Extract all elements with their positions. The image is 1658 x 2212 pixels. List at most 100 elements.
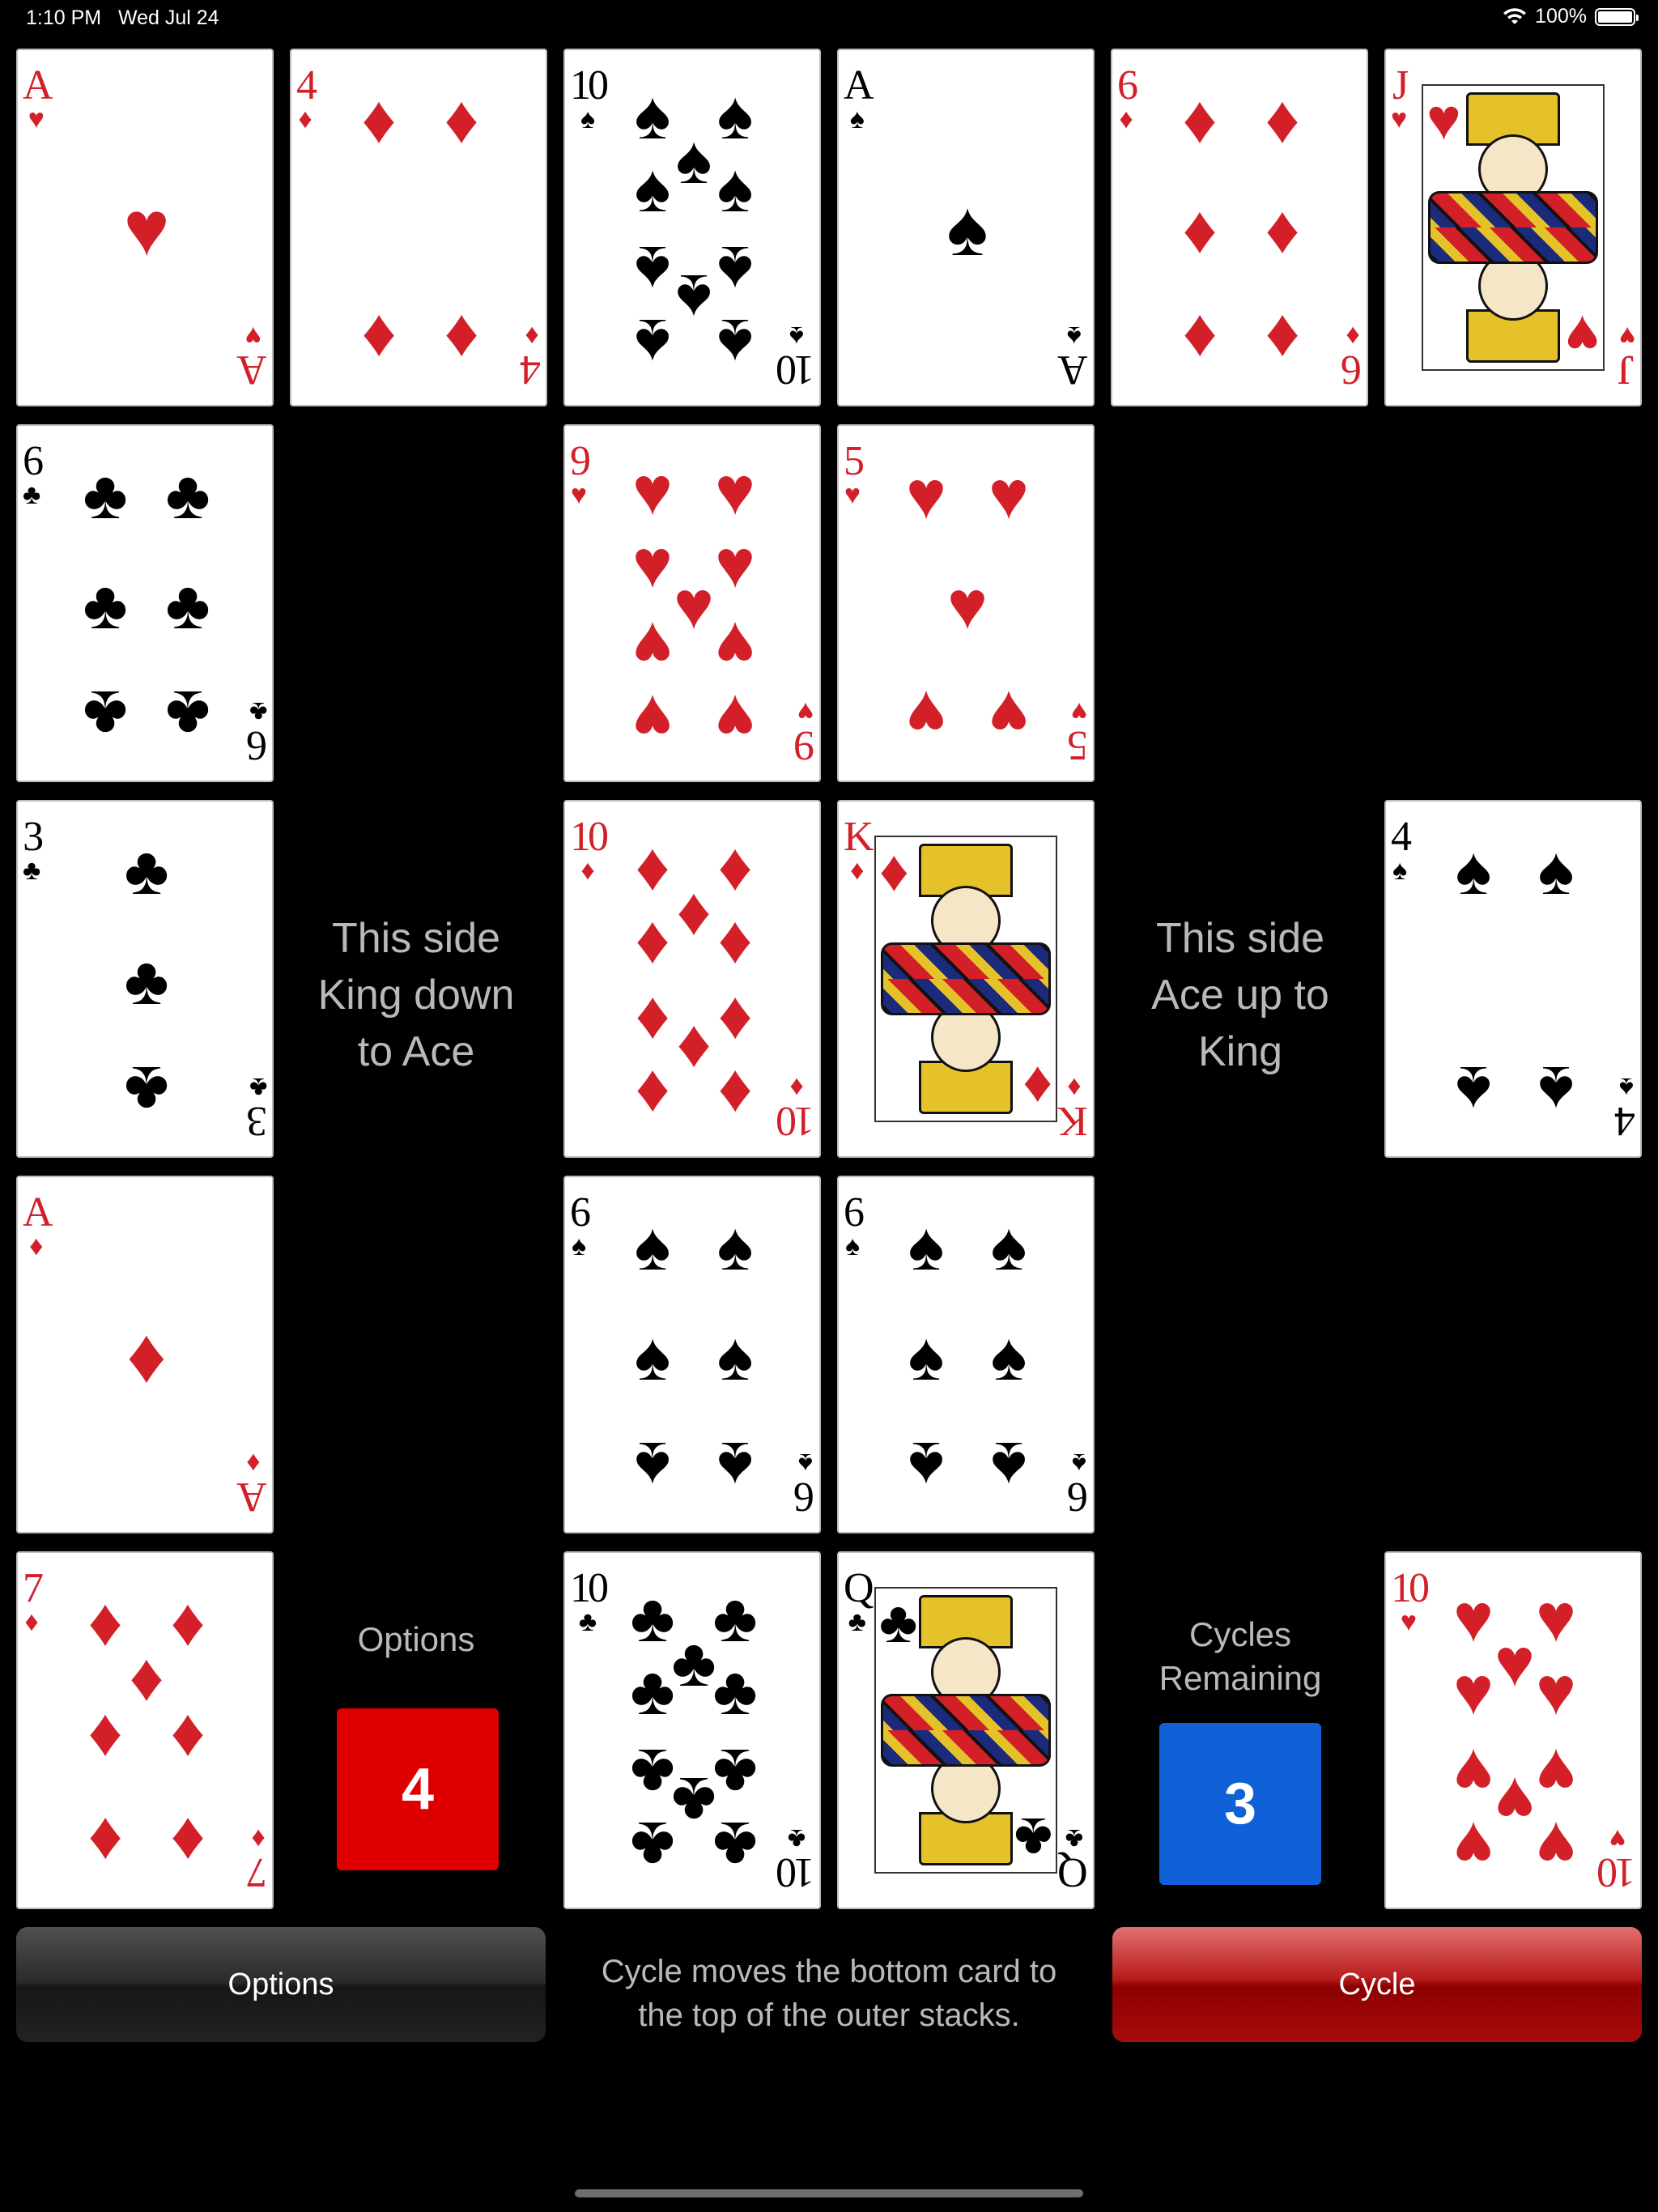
card-corner-index: J ♥ [1391, 65, 1409, 134]
playing-card[interactable]: 6 ♣ 6 ♣ ♣ ♣ ♣ ♣ ♣ ♣ [16, 424, 274, 782]
spades-pip-icon: ♠ [908, 1428, 945, 1504]
card-rank: A [23, 1189, 53, 1236]
status-time-date: 1:10 PM Wed Jul 24 [26, 6, 219, 30]
card-rank: 7 [249, 1849, 267, 1895]
card-rank: 9 [570, 438, 591, 484]
diamonds-pip-icon: ♦ [717, 901, 753, 977]
card-rank: 10 [1600, 1849, 1635, 1895]
options-count-badge: 4 [337, 1708, 499, 1870]
playing-card[interactable]: 4 ♠ 4 ♠ ♠ ♠ ♠ ♠ [1384, 800, 1642, 1158]
card-corner-index: 6 ♦ [1344, 321, 1362, 393]
card-corner-index: 9 ♥ [797, 696, 814, 768]
diamonds-pip-icon: ♦ [676, 873, 712, 949]
hearts-icon: ♥ [844, 479, 861, 510]
playing-card[interactable]: 6 ♠ 6 ♠ ♠ ♠ ♠ ♠ ♠ ♠ [563, 1176, 821, 1534]
clubs-pip-icon: ♣ [712, 1580, 758, 1656]
card-corner-index: A ♥ [240, 321, 267, 393]
clubs-pip-icon: ♣ [124, 942, 169, 1019]
hearts-pip-icon: ♥ [123, 185, 170, 272]
card-rank: 10 [570, 62, 609, 108]
clubs-pip-icon: ♣ [712, 1808, 758, 1884]
hearts-pip-icon: ♥ [947, 567, 988, 643]
playing-card[interactable]: J ♥ J ♥ ♥ ♥ [1384, 49, 1642, 406]
diamonds-pip-icon: ♦ [1265, 191, 1300, 267]
card-corner-index: 6 ♣ [23, 440, 44, 509]
court-figure-half: ♣ [876, 1589, 1056, 1730]
spades-icon: ♠ [1071, 1448, 1087, 1478]
diamonds-pip-icon: ♦ [1182, 301, 1218, 377]
card-rank: 6 [249, 722, 267, 768]
spades-pip-icon: ♠ [1537, 832, 1575, 908]
right-stack-hint: This side Ace up to King [1112, 910, 1368, 1080]
court-robe [881, 1730, 1051, 1767]
playing-card[interactable]: 10 ♣ 10 ♣ ♣ ♣ ♣ ♣ ♣ ♣ ♣ ♣ ♣ ♣ [563, 1551, 821, 1909]
card-rank: 3 [249, 1098, 267, 1144]
playing-card[interactable]: 10 ♦ 10 ♦ ♦ ♦ ♦ ♦ ♦ ♦ ♦ ♦ ♦ ♦ [563, 800, 821, 1158]
card-corner-index: 3 ♣ [249, 1072, 267, 1144]
cycle-button[interactable]: Cycle [1112, 1927, 1642, 2042]
diamonds-pip-icon: ♦ [444, 81, 479, 157]
playing-card[interactable]: 5 ♥ 5 ♥ ♥ ♥ ♥ ♥ ♥ [837, 424, 1095, 782]
hearts-pip-icon: ♥ [988, 677, 1029, 753]
options-button[interactable]: Options [16, 1927, 546, 2042]
card-corner-index: 6 ♠ [797, 1448, 814, 1520]
clubs-pip-icon: ♣ [630, 1653, 675, 1729]
battery-icon [1595, 7, 1639, 26]
cycles-remaining-label: Cycles Remaining [1112, 1613, 1368, 1700]
playing-card[interactable]: 10 ♥ 10 ♥ ♥ ♥ ♥ ♥ ♥ ♥ ♥ ♥ ♥ ♥ [1384, 1551, 1642, 1909]
diamonds-icon: ♦ [298, 104, 312, 134]
cycles-count-badge: 3 [1159, 1723, 1321, 1885]
court-robe [1428, 228, 1598, 264]
card-corner-index: A ♦ [240, 1448, 267, 1520]
playing-card[interactable]: 7 ♦ 7 ♦ ♦ ♦ ♦ ♦ ♦ ♦ ♦ [16, 1551, 274, 1909]
diamonds-pip-icon: ♦ [1182, 81, 1218, 157]
playing-card[interactable]: 6 ♦ 6 ♦ ♦ ♦ ♦ ♦ ♦ ♦ [1111, 49, 1368, 406]
card-corner-index: 6 ♦ [1117, 65, 1138, 134]
playing-card[interactable]: A ♦ A ♦ ♦ [16, 1176, 274, 1534]
card-rank: K [844, 814, 874, 860]
diamonds-icon: ♦ [24, 1606, 39, 1637]
home-indicator[interactable] [575, 2189, 1083, 2197]
spades-pip-icon: ♠ [990, 1208, 1027, 1284]
playing-card[interactable]: A ♠ A ♠ ♠ [837, 49, 1095, 406]
playing-card[interactable]: K ♦ K ♦ ♦ ♦ [837, 800, 1095, 1158]
card-corner-index: 3 ♣ [23, 816, 44, 885]
playing-card[interactable]: Q ♣ Q ♣ ♣ ♣ [837, 1551, 1095, 1909]
diamonds-icon: ♦ [789, 1072, 804, 1103]
playing-card[interactable]: 4 ♦ 4 ♦ ♦ ♦ ♦ ♦ [290, 49, 547, 406]
spades-icon: ♠ [789, 321, 805, 351]
diamonds-pip-icon: ♦ [444, 301, 479, 377]
card-rank: 4 [1618, 1098, 1635, 1144]
playing-card[interactable]: 3 ♣ 3 ♣ ♣ ♣ ♣ [16, 800, 274, 1158]
spades-pip-icon: ♠ [634, 150, 671, 226]
card-corner-index: 10 ♠ [570, 62, 609, 134]
card-rank: 10 [779, 1849, 814, 1895]
playing-card[interactable]: A ♥ A ♥ ♥ [16, 49, 274, 406]
spades-icon: ♠ [849, 104, 865, 134]
card-rank: 9 [797, 722, 814, 768]
diamonds-pip-icon: ♦ [361, 301, 397, 377]
clubs-pip-icon: ♣ [712, 1653, 758, 1729]
playing-card[interactable]: 6 ♠ 6 ♠ ♠ ♠ ♠ ♠ ♠ ♠ [837, 1176, 1095, 1534]
card-corner-index: K ♦ [1061, 1072, 1088, 1144]
card-rank: 5 [844, 438, 865, 484]
status-date: Wed Jul 24 [117, 6, 219, 29]
card-corner-index: 4 ♦ [523, 321, 541, 393]
spades-pip-icon: ♠ [1537, 1053, 1575, 1129]
spades-icon: ♠ [1067, 321, 1082, 351]
spades-pip-icon: ♠ [716, 1208, 754, 1284]
playing-card[interactable]: 10 ♠ 10 ♠ ♠ ♠ ♠ ♠ ♠ ♠ ♠ ♠ ♠ ♠ [563, 49, 821, 406]
diamonds-pip-icon: ♦ [170, 1694, 206, 1770]
card-corner-index: 7 ♦ [249, 1823, 267, 1895]
card-rank: A [1061, 347, 1088, 393]
diamonds-pip-icon: ♦ [676, 1012, 712, 1088]
card-rank: 10 [1391, 1565, 1430, 1611]
hearts-icon: ♥ [1609, 1823, 1626, 1854]
playing-card[interactable]: 9 ♥ 9 ♥ ♥ ♥ ♥ ♥ ♥ ♥ ♥ ♥ ♥ [563, 424, 821, 782]
card-corner-index: 6 ♠ [844, 1192, 865, 1261]
diamonds-pip-icon: ♦ [87, 1804, 123, 1880]
diamonds-icon: ♦ [580, 855, 595, 886]
diamonds-pip-icon: ♦ [1265, 81, 1300, 157]
diamonds-icon: ♦ [1346, 321, 1360, 351]
clubs-pip-icon: ♣ [83, 457, 128, 533]
